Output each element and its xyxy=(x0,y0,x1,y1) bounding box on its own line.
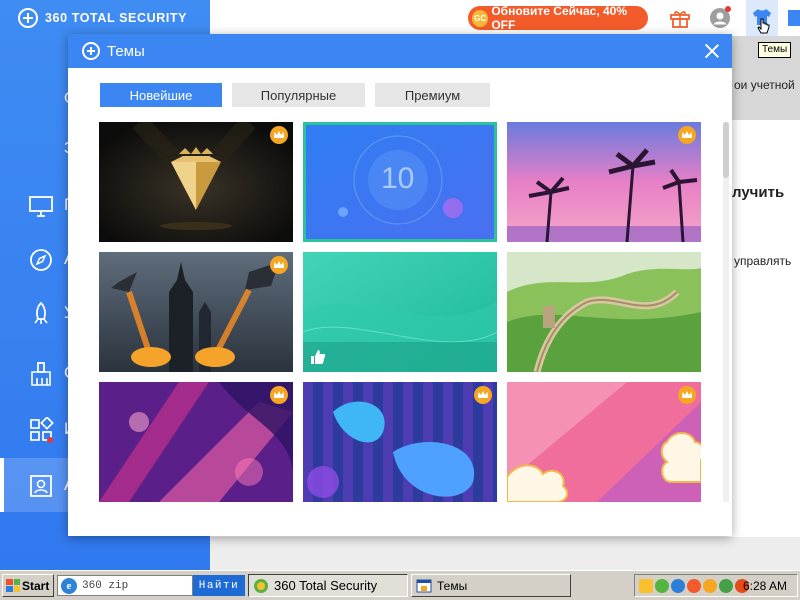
logo: 360 TOTAL SECURITY xyxy=(18,8,187,28)
security-tray-icon[interactable] xyxy=(655,578,669,593)
task-360-total-security[interactable]: 360 Total Security xyxy=(248,574,408,597)
theme-thumbnail xyxy=(99,382,293,502)
address-bar[interactable]: e 360 zip xyxy=(57,575,193,596)
monitor-icon xyxy=(29,196,53,217)
theme-grid: 10 xyxy=(99,122,701,502)
theme-thumbnail xyxy=(507,252,701,372)
account-text-fragment: ои учетной xyxy=(734,78,795,92)
theme-thumbnail xyxy=(303,382,497,502)
themes-dialog: Темы Новейшие Популярные Премиум 10 xyxy=(68,34,732,536)
premium-crown-icon xyxy=(678,126,696,144)
theme-tile-dragon-castle[interactable] xyxy=(99,252,293,372)
360-tray-icon[interactable] xyxy=(703,578,717,593)
task-themes[interactable]: Темы xyxy=(411,574,571,597)
theme-tile-blue-blobs[interactable] xyxy=(303,382,497,502)
tools-grid-icon xyxy=(30,417,54,443)
start-button[interactable]: Start xyxy=(2,574,54,597)
address-value: 360 zip xyxy=(82,579,129,592)
find-button[interactable]: Найти xyxy=(193,575,245,596)
theme-thumbnail xyxy=(99,122,293,242)
internet-explorer-icon: e xyxy=(61,577,77,594)
tab-newest[interactable]: Новейшие xyxy=(100,83,222,107)
network-tray-icon[interactable] xyxy=(671,578,685,593)
close-icon[interactable] xyxy=(704,43,720,59)
gift-icon[interactable] xyxy=(668,6,692,30)
improve-text-fragment: лучить xyxy=(732,184,785,201)
manage-text-fragment: управлять xyxy=(734,254,792,268)
tab-premium[interactable]: Премиум xyxy=(375,83,490,107)
theme-grid-scrollbar[interactable] xyxy=(723,122,729,502)
theme-thumbnail xyxy=(507,382,701,502)
compass-icon xyxy=(30,249,52,271)
shield-tray-icon[interactable] xyxy=(639,578,653,593)
update-tray-icon[interactable] xyxy=(687,578,701,593)
theme-thumbnail xyxy=(99,252,293,372)
coin-icon: GC xyxy=(472,9,489,27)
upgrade-offer-button[interactable]: GC Обновите Сейчас, 40% OFF xyxy=(468,4,648,32)
account-icon xyxy=(30,475,52,497)
app-plus-icon xyxy=(82,42,100,60)
clock: 6:28 AM xyxy=(742,578,787,593)
theme-tile-pink-clouds[interactable] xyxy=(507,382,701,502)
window-icon xyxy=(416,579,432,592)
premium-crown-icon xyxy=(678,386,696,404)
theme-thumbnail xyxy=(303,252,497,372)
theme-thumbnail xyxy=(507,122,701,242)
premium-crown-icon xyxy=(474,386,492,404)
premium-crown-icon xyxy=(270,126,288,144)
logo-text: 360 TOTAL SECURITY xyxy=(45,11,188,25)
mouse-cursor-icon xyxy=(757,18,770,34)
tab-popular[interactable]: Популярные xyxy=(232,83,365,107)
premium-crown-icon xyxy=(270,386,288,404)
task-label: 360 Total Security xyxy=(274,578,378,593)
refresh-tray-icon[interactable] xyxy=(719,578,733,593)
like-thumb-icon[interactable] xyxy=(309,348,327,366)
theme-tile-diamond-dark[interactable] xyxy=(99,122,293,242)
skin-edge-icon[interactable] xyxy=(786,6,800,30)
dialog-header: Темы xyxy=(68,34,732,68)
360-app-icon xyxy=(254,578,268,593)
dialog-title: Темы xyxy=(107,42,145,60)
content-footer xyxy=(210,537,800,570)
scrollbar-thumb[interactable] xyxy=(723,122,729,178)
theme-tile-purple-floral[interactable] xyxy=(99,382,293,502)
logo-plus-icon xyxy=(18,8,38,28)
premium-crown-icon xyxy=(270,256,288,274)
theme-tile-teal-waves[interactable] xyxy=(303,252,497,372)
task-label: Темы xyxy=(437,578,468,593)
upgrade-offer-label: Обновите Сейчас, 40% OFF xyxy=(491,4,628,32)
theme-tile-windows-10-blue[interactable]: 10 xyxy=(303,122,497,242)
themes-button[interactable] xyxy=(746,0,778,36)
theme-tabs: Новейшие Популярные Премиум xyxy=(100,83,490,107)
themes-tooltip: Темы xyxy=(758,42,792,58)
windows-logo-icon xyxy=(6,579,20,592)
theme-tile-text: 10 xyxy=(381,162,415,195)
broom-icon xyxy=(31,362,51,386)
user-avatar-icon[interactable] xyxy=(708,6,732,30)
start-label: Start xyxy=(22,578,50,593)
taskbar: Start e 360 zip Найти 360 Total Security… xyxy=(0,570,800,600)
system-tray: 6:28 AM xyxy=(634,574,798,597)
theme-tile-great-wall[interactable] xyxy=(507,252,701,372)
rocket-icon xyxy=(34,301,48,324)
theme-tile-palm-sunset[interactable] xyxy=(507,122,701,242)
